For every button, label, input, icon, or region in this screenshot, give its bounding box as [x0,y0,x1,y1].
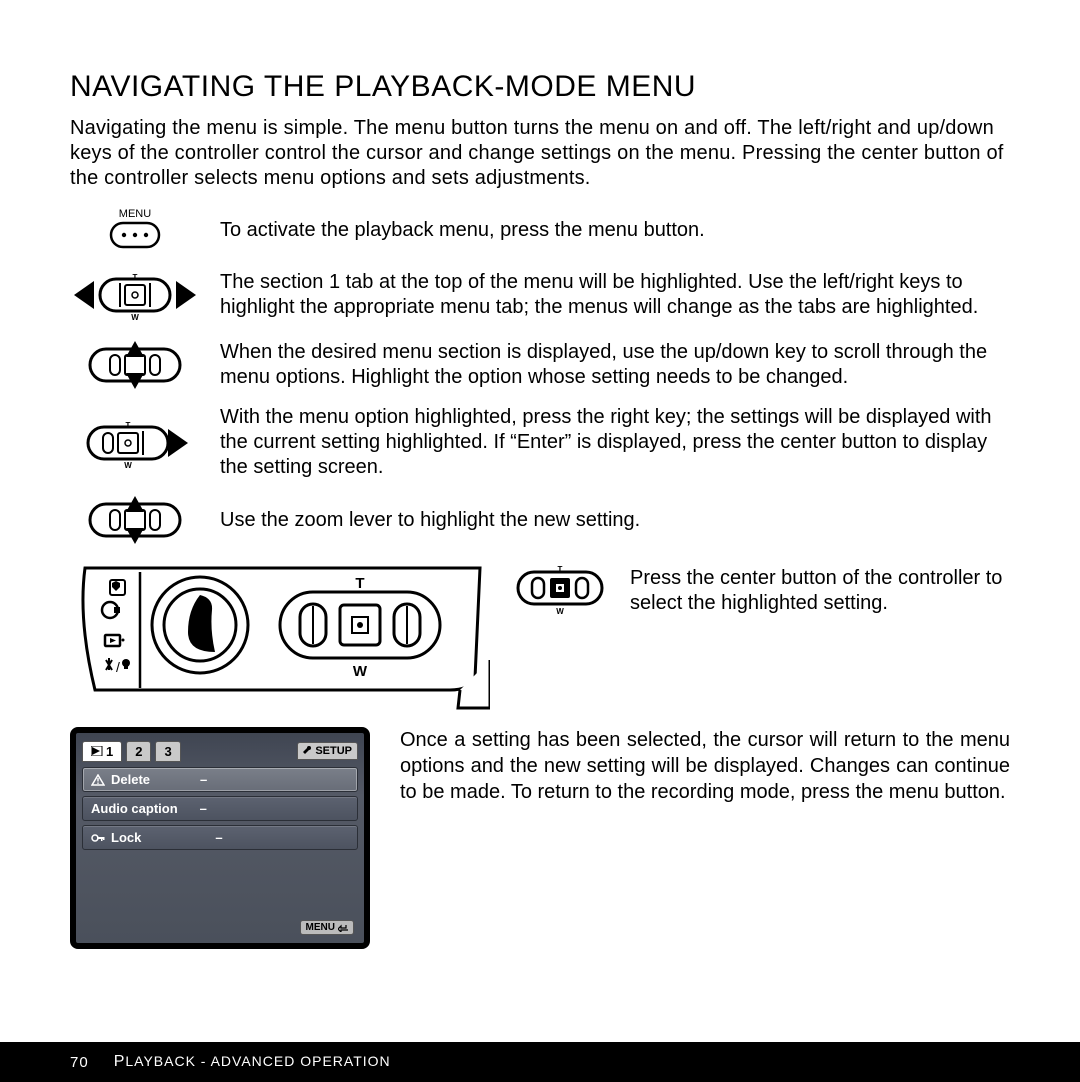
step-5: Use the zoom lever to highlight the new … [70,490,1010,550]
step-4-text: With the menu option highlighted, press … [220,405,1010,480]
lcd-tabs: 1 2 3 SETUP [82,739,358,763]
lcd-item-audio: Audio caption – [82,796,358,821]
svg-text:T: T [558,565,563,574]
section-name: PLAYBACK - ADVANCED OPERATION [114,1053,391,1071]
svg-text:W: W [131,313,139,322]
step-5-text: Use the zoom lever to highlight the new … [220,508,640,533]
lcd-setup-tab: SETUP [297,742,358,760]
step-7-text: Once a setting has been selected, the cu… [400,727,1010,805]
controller-row: / T W [70,560,1010,715]
lcd-item-audio-label: Audio caption [91,801,178,816]
warning-icon [91,774,105,786]
left-right-pad-icon: T W [70,265,200,325]
step-2-text: The section 1 tab at the top of the menu… [220,270,1010,320]
lcd-item-delete: Delete – [82,767,358,792]
steps-list: MENU To activate the playback menu, pres… [70,205,1010,550]
lcd-screen-illustration: 1 2 3 SETUP Delete – Audio caption [70,727,370,949]
page-footer: 70 PLAYBACK - ADVANCED OPERATION [0,1042,1080,1082]
svg-text:T: T [355,575,364,592]
menu-button-icon: MENU [70,205,200,255]
svg-text:/: / [116,659,120,675]
camera-controller-illustration: / T W [70,560,490,715]
lcd-tab-3-label: 3 [164,744,171,759]
step-3-text: When the desired menu section is display… [220,340,1010,390]
step-3: When the desired menu section is display… [70,335,1010,395]
svg-text:W: W [124,461,132,470]
wrench-icon [303,746,313,756]
intro-text: Navigating the menu is simple. The menu … [70,116,1010,191]
step-1: MENU To activate the playback menu, pres… [70,205,1010,255]
key-icon [91,832,105,844]
svg-text:W: W [556,607,564,616]
svg-text:T: T [133,273,138,282]
step-6-text: Press the center button of the controlle… [630,560,1010,616]
lcd-tab-2-label: 2 [135,744,142,759]
lcd-tab-1: 1 [82,741,122,762]
center-button-pad-icon: T W [510,560,610,621]
menu-label-text: MENU [119,208,151,220]
step-2: T W The section 1 tab at the top of the … [70,265,1010,325]
lcd-menu-badge-label: MENU [306,922,335,933]
lcd-item-lock: Lock – [82,825,358,850]
lcd-item-delete-value: – [200,772,207,787]
svg-text:T: T [126,421,131,430]
lcd-tab-3: 3 [155,741,180,762]
lcd-menu-badge: MENU [300,920,354,935]
lcd-row: 1 2 3 SETUP Delete – Audio caption [70,727,1010,949]
right-pad-icon: T W [70,413,200,473]
up-down-pad-icon [70,335,200,395]
lcd-item-delete-label: Delete [111,772,150,787]
return-icon [338,924,348,932]
lcd-tab-1-label: 1 [106,744,113,759]
lcd-item-lock-value: – [215,830,222,845]
step-4: T W With the menu option highlighted, pr… [70,405,1010,480]
page-number: 70 [70,1054,89,1071]
lcd-tab-2: 2 [126,741,151,762]
step-1-text: To activate the playback menu, press the… [220,218,705,243]
lcd-item-lock-label: Lock [111,830,141,845]
svg-text:W: W [353,663,368,680]
play-icon [91,746,103,756]
lcd-item-audio-value: – [200,801,207,816]
lcd-setup-label: SETUP [315,745,352,757]
zoom-lever-icon [70,490,200,550]
page-title: NAVIGATING THE PLAYBACK-MODE MENU [70,70,1010,104]
